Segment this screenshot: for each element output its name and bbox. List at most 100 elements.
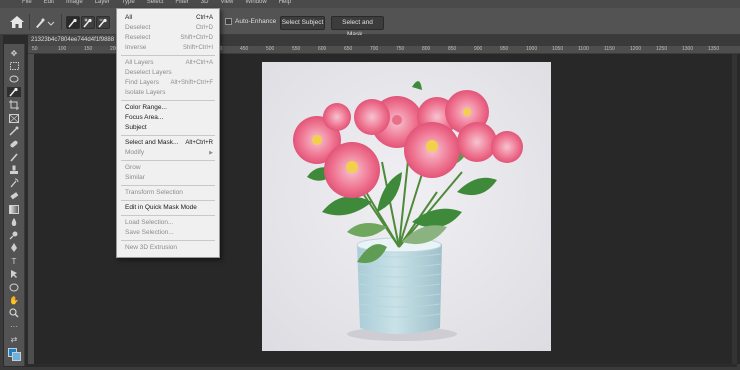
menu-item-reselect[interactable]: Reselect Shift+Ctrl+D <box>117 33 219 43</box>
move-tool-icon[interactable]: ✥ <box>7 48 21 58</box>
menu-item-quick-mask[interactable]: Edit in Quick Mask Mode <box>117 203 219 213</box>
document-image[interactable] <box>262 62 551 351</box>
healing-brush-tool-icon[interactable] <box>7 139 21 149</box>
ellipse-tool-icon[interactable] <box>7 282 21 292</box>
eraser-tool-icon[interactable] <box>7 191 21 201</box>
menu-item-shortcut: Alt+Shift+Ctrl+F <box>170 80 213 86</box>
document-tab[interactable]: 21323b4c7804ee744d4f1f9888 <box>28 35 118 46</box>
ruler-tick-label: 750 <box>396 46 405 52</box>
menu-item-label: Reselect <box>125 34 151 41</box>
ruler-tick-label: 650 <box>344 46 353 52</box>
menu-item-label: Color Range... <box>125 104 167 111</box>
menu-item-save-selection[interactable]: Save Selection... <box>117 228 219 238</box>
separator <box>29 14 30 30</box>
path-selection-tool-icon[interactable] <box>7 269 21 279</box>
add-to-selection-icon[interactable] <box>81 16 95 29</box>
auto-enhance-checkbox[interactable] <box>225 18 232 25</box>
pen-tool-icon[interactable] <box>7 243 21 253</box>
ruler-tick-label: 500 <box>266 46 275 52</box>
tools-panel: ✥ T ✋ ··· ⇄ <box>4 44 25 366</box>
menu-layer[interactable]: Layer <box>95 0 110 8</box>
menu-item-label: Inverse <box>125 44 147 51</box>
zoom-tool-icon[interactable] <box>7 308 21 318</box>
clone-stamp-tool-icon[interactable] <box>7 165 21 175</box>
blur-tool-icon[interactable] <box>7 217 21 227</box>
hand-tool-icon[interactable]: ✋ <box>7 295 21 305</box>
menu-type[interactable]: Type <box>122 0 135 8</box>
ruler-tick-label: 600 <box>318 46 327 52</box>
menu-separator <box>121 200 215 201</box>
new-selection-icon[interactable] <box>66 16 80 29</box>
swap-colors-icon[interactable]: ⇄ <box>7 334 21 344</box>
menu-view[interactable]: View <box>220 0 233 8</box>
menu-bar: File Edit Image Layer Type Select Filter… <box>0 0 740 8</box>
menu-item-label: Focus Area... <box>125 114 164 121</box>
subtract-from-selection-icon[interactable] <box>96 16 110 29</box>
menu-item-grow[interactable]: Grow <box>117 163 219 173</box>
menu-help[interactable]: Help <box>279 0 291 8</box>
select-and-mask-button[interactable]: Select and Mask... <box>331 16 384 38</box>
home-icon[interactable] <box>9 15 25 29</box>
menu-item-subject[interactable]: Subject <box>117 123 219 133</box>
menu-item-find-layers[interactable]: Find Layers Alt+Shift+Ctrl+F <box>117 78 219 88</box>
menu-item-transform-selection[interactable]: Transform Selection <box>117 188 219 198</box>
gradient-tool-icon[interactable] <box>7 204 21 214</box>
marquee-tool-icon[interactable] <box>7 61 21 71</box>
brush-tool-icon[interactable] <box>7 152 21 162</box>
menu-item-all-layers[interactable]: All Layers Alt+Ctrl+A <box>117 58 219 68</box>
menu-item-label: Save Selection... <box>125 229 174 236</box>
menu-edit[interactable]: Edit <box>44 0 54 8</box>
ruler-tick-label: 1150 <box>604 46 615 52</box>
menu-item-label: Find Layers <box>125 79 159 86</box>
ruler-tick-label: 1050 <box>552 46 564 52</box>
background-color-swatch[interactable] <box>12 352 21 361</box>
menu-select[interactable]: Select <box>147 0 164 8</box>
menu-filter[interactable]: Filter <box>175 0 188 8</box>
menu-3d[interactable]: 3D <box>201 0 209 8</box>
crop-tool-icon[interactable] <box>7 100 21 110</box>
history-brush-tool-icon[interactable] <box>7 178 21 188</box>
menu-file[interactable]: File <box>22 0 32 8</box>
ruler-tick-label: 1250 <box>656 46 668 52</box>
ruler-tick-label: 700 <box>370 46 379 52</box>
menu-item-inverse[interactable]: Inverse Shift+Ctrl+I <box>117 43 219 53</box>
menu-item-label: Grow <box>125 164 141 171</box>
menu-item-select-and-mask[interactable]: Select and Mask... Alt+Ctrl+R <box>117 138 219 148</box>
ruler-tick-label: 900 <box>474 46 483 52</box>
menu-item-deselect-layers[interactable]: Deselect Layers <box>117 68 219 78</box>
menu-image[interactable]: Image <box>66 0 83 8</box>
dodge-tool-icon[interactable] <box>7 230 21 240</box>
menu-item-new-3d-extrusion[interactable]: New 3D Extrusion <box>117 243 219 253</box>
frame-tool-icon[interactable] <box>7 113 21 123</box>
tool-preset-picker-icon[interactable] <box>33 17 55 29</box>
select-subject-button[interactable]: Select Subject <box>280 16 325 30</box>
menu-item-shortcut: Ctrl+A <box>196 15 213 21</box>
ruler-tick-label: 550 <box>292 46 301 52</box>
menu-item-color-range[interactable]: Color Range... <box>117 103 219 113</box>
menu-item-label: Isolate Layers <box>125 89 166 96</box>
quick-selection-tool-icon[interactable] <box>7 87 21 97</box>
vertical-scrollbar[interactable] <box>732 54 737 364</box>
menu-item-shortcut: Shift+Ctrl+D <box>180 35 213 41</box>
menu-item-label: Transform Selection <box>125 189 183 196</box>
menu-separator <box>121 135 215 136</box>
options-bar: Auto-Enhance Select Subject Select and M… <box>0 8 740 38</box>
ruler-tick-label: 1350 <box>708 46 720 52</box>
menu-item-isolate-layers[interactable]: Isolate Layers <box>117 88 219 98</box>
menu-separator <box>121 100 215 101</box>
menu-item-all[interactable]: All Ctrl+A <box>117 13 219 23</box>
more-tools-icon[interactable]: ··· <box>7 321 21 331</box>
menu-item-load-selection[interactable]: Load Selection... <box>117 218 219 228</box>
menu-item-label: New 3D Extrusion <box>125 244 178 251</box>
select-menu-dropdown: All Ctrl+A Deselect Ctrl+D Reselect Shift+C… <box>116 8 220 258</box>
ruler-tick-label: 950 <box>500 46 509 52</box>
eyedropper-tool-icon[interactable] <box>7 126 21 136</box>
menu-item-modify[interactable]: Modify ▶ <box>117 148 219 158</box>
lasso-tool-icon[interactable] <box>7 74 21 84</box>
menu-item-similar[interactable]: Similar <box>117 173 219 183</box>
menu-item-focus-area[interactable]: Focus Area... <box>117 113 219 123</box>
menu-window[interactable]: Window <box>245 0 266 8</box>
type-tool-icon[interactable]: T <box>7 256 21 266</box>
auto-enhance-option[interactable]: Auto-Enhance <box>225 18 276 25</box>
menu-item-deselect[interactable]: Deselect Ctrl+D <box>117 23 219 33</box>
